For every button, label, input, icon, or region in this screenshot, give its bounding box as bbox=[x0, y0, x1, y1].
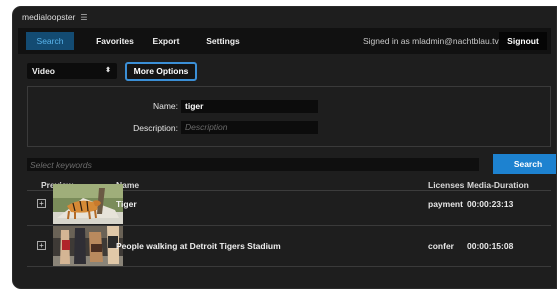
result-duration: 00:00:15:08 bbox=[467, 241, 514, 251]
tab-search[interactable]: Search bbox=[26, 32, 74, 50]
expand-icon[interactable]: + bbox=[37, 241, 46, 250]
app-title: medialoopster bbox=[22, 12, 76, 22]
tab-favorites[interactable]: Favorites bbox=[90, 32, 140, 50]
search-button[interactable]: Search bbox=[493, 154, 556, 174]
result-name[interactable]: Tiger bbox=[116, 199, 137, 209]
table-row[interactable]: + Tiger payment 00:00:23:13 bbox=[27, 184, 551, 224]
preview-thumbnail[interactable] bbox=[53, 226, 123, 266]
media-type-select[interactable]: Video ⬍ bbox=[27, 63, 117, 79]
signed-in-text: Signed in as mladmin@nachtblau.tv bbox=[363, 36, 499, 46]
preview-thumbnail[interactable] bbox=[53, 184, 123, 224]
name-label: Name: bbox=[152, 101, 178, 111]
result-duration: 00:00:23:13 bbox=[467, 199, 514, 209]
row-divider bbox=[27, 266, 551, 267]
app-window: medialoopster ☰ Search Favorites Export … bbox=[12, 6, 557, 289]
result-name[interactable]: People walking at Detroit Tigers Stadium bbox=[116, 241, 281, 251]
result-license: payment bbox=[428, 199, 463, 209]
hamburger-icon[interactable]: ☰ bbox=[80, 13, 87, 22]
signout-button[interactable]: Signout bbox=[499, 32, 547, 50]
navbar: Search Favorites Export Settings Signed … bbox=[18, 28, 551, 54]
result-license: confer bbox=[428, 241, 454, 251]
media-type-value: Video bbox=[32, 66, 55, 76]
more-options-panel: Name: Description: bbox=[27, 86, 551, 147]
description-label: Description: bbox=[133, 123, 178, 133]
keywords-input[interactable] bbox=[27, 158, 479, 171]
tab-export[interactable]: Export bbox=[146, 32, 186, 50]
more-options-button[interactable]: More Options bbox=[125, 62, 197, 81]
titlebar: medialoopster ☰ bbox=[13, 7, 556, 27]
description-input[interactable] bbox=[181, 121, 318, 134]
table-row[interactable]: + People walking at Detroit Tigers Stadi… bbox=[27, 226, 551, 266]
tab-settings[interactable]: Settings bbox=[198, 32, 248, 50]
name-input[interactable] bbox=[181, 100, 318, 113]
expand-icon[interactable]: + bbox=[37, 199, 46, 208]
select-arrows-icon: ⬍ bbox=[105, 67, 111, 74]
